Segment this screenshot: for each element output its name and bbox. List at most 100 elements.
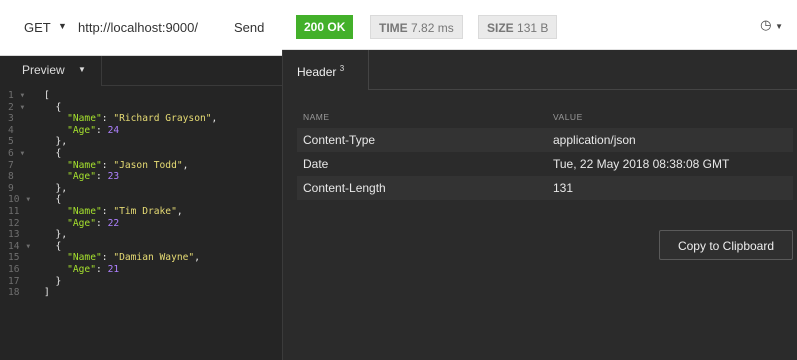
table-row: Content-Length 131	[297, 176, 793, 200]
json-punct	[44, 160, 67, 171]
json-number: 24	[107, 124, 120, 136]
json-key: "Age"	[67, 124, 96, 136]
table-row: Date Tue, 22 May 2018 08:38:08 GMT	[297, 152, 793, 176]
json-punct: }	[44, 275, 62, 287]
code-text: {	[44, 101, 62, 114]
json-punct: :	[96, 171, 108, 183]
code-text: },	[44, 182, 68, 195]
code-text: ]	[44, 287, 50, 299]
code-text: "Age": 22	[44, 218, 119, 230]
json-string: "Tim Drake"	[113, 205, 177, 217]
tab-header[interactable]: Header 3	[283, 50, 369, 90]
json-punct: },	[44, 182, 68, 194]
json-key: "Age"	[67, 263, 96, 275]
time-badge: TIME 7.82 ms	[370, 15, 463, 39]
header-name: Content-Length	[303, 181, 386, 195]
code-text: "Age": 23	[44, 171, 119, 183]
request-bar: GET ▼ http://localhost:9000/ Send	[0, 0, 282, 56]
json-punct: ,	[176, 205, 183, 217]
time-value: 7.82 ms	[411, 21, 454, 35]
code-line: 12 "Age": 22	[0, 218, 282, 230]
code-line: 10 ▾ {	[0, 194, 282, 206]
send-button[interactable]: Send	[234, 20, 264, 35]
divider	[102, 85, 282, 86]
json-punct: },	[44, 229, 68, 241]
json-key: "Age"	[67, 217, 96, 229]
json-punct: {	[44, 147, 62, 159]
json-key: "Name"	[67, 252, 102, 264]
code-line: 6 ▾ {	[0, 148, 282, 160]
line-number: 9	[8, 182, 14, 194]
line-number: 17	[8, 275, 20, 287]
json-punct: {	[44, 240, 62, 252]
line-number: 7	[8, 159, 14, 171]
code-text: {	[44, 147, 62, 160]
json-punct	[44, 113, 67, 124]
line-number: 11	[8, 205, 20, 217]
divider	[369, 89, 797, 90]
json-punct: {	[44, 101, 62, 113]
json-punct: {	[44, 194, 62, 206]
code-line: 14 ▾ {	[0, 241, 282, 253]
json-punct	[44, 171, 67, 182]
json-preview: 1 ▾ [2 ▾ {3 "Name": "Richard Grayson", 4 "…	[0, 90, 282, 299]
line-number: 13	[8, 229, 20, 241]
code-text: {	[44, 240, 62, 253]
clock-icon: ◷	[760, 17, 772, 32]
json-punct: :	[101, 159, 114, 171]
json-string: "Jason Todd"	[113, 159, 183, 171]
status-badge: 200 OK	[296, 15, 354, 39]
preview-mode-select[interactable]: Preview ▼	[0, 56, 102, 86]
table-row: Content-Type application/json	[297, 128, 793, 152]
json-punct	[44, 218, 67, 229]
table-header: NAME VALUE	[297, 108, 793, 128]
code-line: 16 "Age": 21	[0, 264, 282, 276]
code-text: "Name": "Damian Wayne",	[44, 252, 200, 264]
json-punct	[44, 252, 67, 263]
code-text: "Name": "Jason Todd",	[44, 160, 188, 172]
header-value: Tue, 22 May 2018 08:38:08 GMT	[553, 157, 730, 171]
size-value: 131 B	[517, 21, 549, 35]
json-string: "Damian Wayne"	[113, 252, 195, 264]
header-value: application/json	[553, 133, 636, 147]
headers-table: NAME VALUE Content-Type application/json…	[297, 108, 793, 200]
response-headers-pane: Header 3 NAME VALUE Content-Type applica…	[282, 50, 797, 360]
json-number: 21	[107, 263, 120, 275]
line-number: 16	[8, 263, 20, 275]
code-line: 13 },	[0, 229, 282, 241]
line-number: 1 ▾	[8, 90, 26, 101]
code-text: "Name": "Richard Grayson",	[44, 113, 217, 125]
json-punct: :	[96, 217, 108, 229]
line-number: 3	[8, 113, 14, 125]
line-number: 18	[8, 287, 20, 299]
code-line: 17 }	[0, 276, 282, 288]
caret-down-icon[interactable]: ▼	[58, 21, 67, 31]
code-text: "Name": "Tim Drake",	[44, 206, 183, 218]
code-text: "Age": 21	[44, 264, 119, 276]
code-text: [	[44, 90, 50, 102]
code-line: 2 ▾ {	[0, 102, 282, 114]
top-bar: GET ▼ http://localhost:9000/ Send 200 OK…	[0, 0, 797, 56]
json-punct: :	[101, 205, 114, 217]
col-name-header: NAME	[303, 112, 330, 122]
code-line: 1 ▾ [	[0, 90, 282, 102]
json-key: "Age"	[67, 171, 96, 183]
history-dropdown[interactable]: ◷ ▼	[760, 17, 783, 33]
line-number: 8	[8, 171, 14, 183]
line-number: 4	[8, 124, 14, 136]
json-punct: ]	[44, 287, 50, 299]
line-number: 2 ▾	[8, 101, 26, 113]
url-input[interactable]: http://localhost:9000/	[78, 20, 198, 35]
json-punct: :	[96, 263, 108, 275]
json-punct: :	[101, 252, 114, 264]
json-punct	[44, 206, 67, 217]
method-select[interactable]: GET	[24, 20, 51, 35]
json-punct: ,	[194, 252, 200, 264]
chevron-down-icon: ▼	[775, 22, 783, 31]
size-label: SIZE	[487, 21, 514, 35]
header-name: Content-Type	[303, 133, 376, 147]
time-label: TIME	[379, 21, 408, 35]
copy-to-clipboard-button[interactable]: Copy to Clipboard	[659, 230, 793, 260]
line-number: 15	[8, 252, 20, 264]
code-line: 7 "Name": "Jason Todd",	[0, 160, 282, 172]
